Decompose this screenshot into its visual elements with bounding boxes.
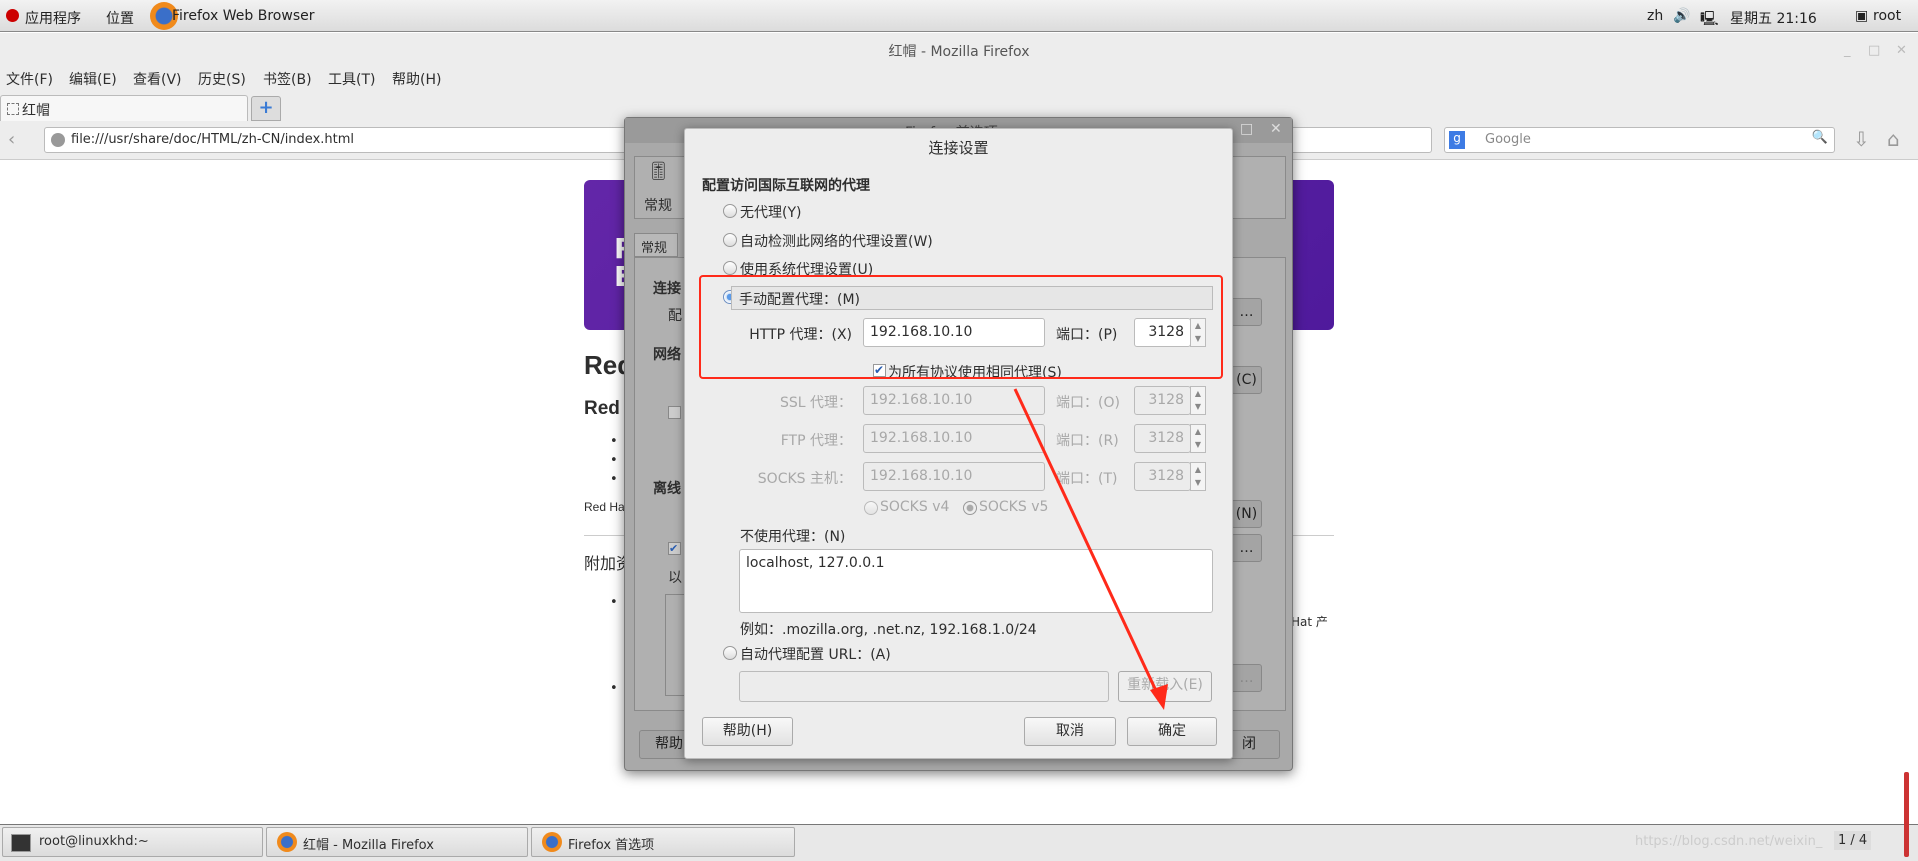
terminal-icon — [11, 834, 31, 852]
annotation-arrow — [1013, 388, 1168, 710]
taskbar-item-firefox[interactable]: 红帽 - Mozilla Firefox — [266, 827, 528, 857]
scrollbar[interactable] — [1904, 772, 1909, 857]
watermark: https://blog.csdn.net/weixin_ — [1635, 834, 1823, 849]
taskbar-label: Firefox 首选项 — [568, 838, 655, 853]
workspace-indicator[interactable]: 1 / 4 — [1834, 831, 1872, 850]
arrowhead — [1150, 684, 1168, 710]
taskbar-label: 红帽 - Mozilla Firefox — [303, 838, 434, 853]
taskbar-label: root@linuxkhd:~ — [39, 834, 149, 849]
taskbar-item-terminal[interactable]: root@linuxkhd:~ — [2, 827, 263, 857]
taskbar-item-prefs[interactable]: Firefox 首选项 — [531, 827, 795, 857]
firefox-icon — [542, 832, 562, 852]
arrow-line — [1013, 388, 1160, 696]
firefox-icon — [277, 832, 297, 852]
